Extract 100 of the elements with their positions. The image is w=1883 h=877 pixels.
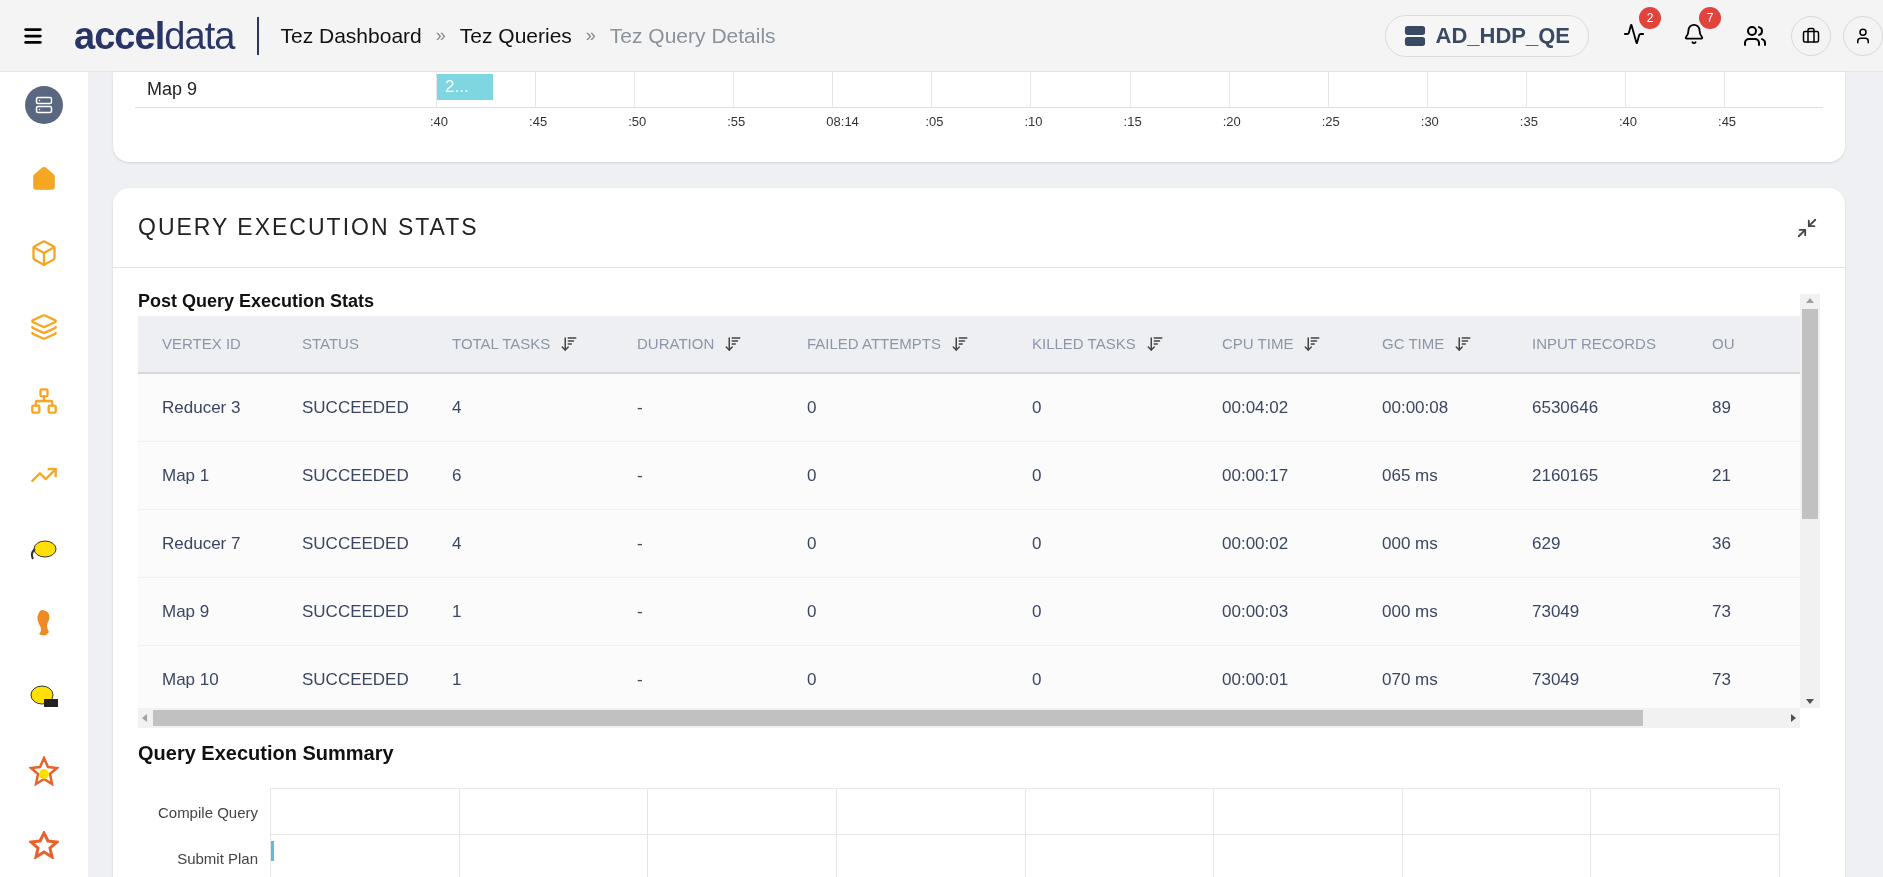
table-cell-text: 4 <box>452 532 463 555</box>
table-cell-text: 0 <box>807 464 818 487</box>
table-cell-text: 1 <box>452 600 463 623</box>
column-header: CPU TIME <box>1222 333 1294 354</box>
table-cell-text: 065 ms <box>1382 464 1439 487</box>
axis-tick-label: :15 <box>1123 113 1142 131</box>
sort-icon[interactable] <box>560 335 579 353</box>
box-icon <box>30 239 58 267</box>
axis-tick-label: :25 <box>1321 113 1340 131</box>
table-cell-text: 6530646 <box>1532 396 1600 419</box>
axis-tick-label: :55 <box>727 113 746 131</box>
table-cell-text: 000 ms <box>1382 600 1439 623</box>
table-cell-text: 0 <box>1032 600 1043 623</box>
logo: acceldata <box>74 16 235 55</box>
table-cell-text: 4 <box>452 396 463 419</box>
table-cell-text: 2160165 <box>1532 464 1600 487</box>
sort-icon[interactable] <box>1454 335 1473 353</box>
table-cell-text: Map 9 <box>162 600 211 623</box>
axis-tick-label: :35 <box>1519 113 1538 131</box>
sort-icon[interactable] <box>724 335 743 353</box>
table-cell-text: SUCCEEDED <box>302 532 410 555</box>
breadcrumb-separator: » <box>585 24 596 47</box>
layers-icon <box>30 313 58 341</box>
table-cell-text: 0 <box>1032 668 1043 691</box>
axis-tick-label: :45 <box>1718 113 1737 131</box>
table-cell-text: SUCCEEDED <box>302 600 410 623</box>
table-cell-text: 0 <box>1032 464 1043 487</box>
gantt-bar: 2... <box>437 74 493 100</box>
activity-badge: 2 <box>1639 7 1661 29</box>
table-cell-text: Reducer 3 <box>162 396 242 419</box>
table-cell-text: 73 <box>1712 600 1732 623</box>
table-cell-text: 00:04:02 <box>1222 396 1290 419</box>
table-cell-text: 629 <box>1532 532 1562 555</box>
table-cell-text: 070 ms <box>1382 668 1439 691</box>
table-cell-text: 0 <box>807 396 818 419</box>
column-header: STATUS <box>302 333 359 354</box>
table-cell-text: 1 <box>452 668 463 691</box>
vertical-scrollbar[interactable] <box>1800 294 1820 708</box>
table-cell-text: - <box>637 532 644 555</box>
axis-tick-label: :40 <box>1618 113 1637 131</box>
sort-icon[interactable] <box>1303 335 1322 353</box>
table-cell-text: 6 <box>452 464 463 487</box>
server-icon <box>35 96 53 114</box>
table-cell-text: - <box>637 464 644 487</box>
table-cell-text: 0 <box>807 600 818 623</box>
axis-tick-label: :30 <box>1420 113 1439 131</box>
table-cell-text: 21 <box>1712 464 1732 487</box>
scroll-down-icon[interactable] <box>1806 699 1814 704</box>
table-cell-text: 0 <box>807 668 818 691</box>
cluster-selector[interactable]: AD_HDP_QE <box>1384 14 1589 57</box>
home-icon <box>31 166 57 192</box>
chart-row-label: Compile Query <box>157 803 258 823</box>
table-cell-text: 0 <box>1032 396 1043 419</box>
column-header: VERTEX ID <box>162 333 241 354</box>
notification-badge: 7 <box>1699 7 1721 29</box>
table-cell-text: 0 <box>1032 532 1043 555</box>
table-cell-text: - <box>637 396 644 419</box>
timeline-row-label: Map 9 <box>146 78 199 101</box>
table-cell-text: SUCCEEDED <box>302 464 410 487</box>
table-cell-text: 000 ms <box>1382 532 1439 555</box>
axis-tick-label: 08:14 <box>826 113 859 131</box>
column-header: KILLED TASKS <box>1032 333 1136 354</box>
column-header: FAILED ATTEMPTS <box>807 333 941 354</box>
table-cell-text: 36 <box>1712 532 1732 555</box>
card-title: QUERY EXECUTION STATS <box>138 213 479 243</box>
table-title: Post Query Execution Stats <box>138 290 376 313</box>
table-cell-text: Map 1 <box>162 464 211 487</box>
hierarchy-icon <box>30 387 58 415</box>
table-cell-text: 73049 <box>1532 668 1581 691</box>
sort-icon[interactable] <box>950 335 969 353</box>
table-cell-text: 00:00:02 <box>1222 532 1290 555</box>
column-header: INPUT RECORDS <box>1532 333 1656 354</box>
section-title: Query Execution Summary <box>138 741 395 766</box>
horizontal-scrollbar[interactable] <box>138 708 1800 728</box>
sort-icon[interactable] <box>1145 335 1164 353</box>
table-cell-text: 00:00:08 <box>1382 396 1450 419</box>
column-header: TOTAL TASKS <box>452 333 551 354</box>
axis-tick-label: :40 <box>430 113 449 131</box>
breadcrumb-link[interactable]: Tez Queries <box>459 19 572 52</box>
table-cell-text: 00:00:17 <box>1222 464 1290 487</box>
table-cell-text: Map 10 <box>162 668 220 691</box>
column-header: OU <box>1712 333 1735 354</box>
table-cell-text: 73049 <box>1532 600 1581 623</box>
table-cell-text: 89 <box>1712 396 1732 419</box>
breadcrumb-link[interactable]: Tez Dashboard <box>280 19 422 52</box>
column-header: DURATION <box>637 333 715 354</box>
table-cell-text: 00:00:03 <box>1222 600 1290 623</box>
column-header: GC TIME <box>1382 333 1445 354</box>
axis-tick-label: :10 <box>1024 113 1043 131</box>
axis-tick-label: :50 <box>628 113 647 131</box>
table-cell-text: - <box>637 668 644 691</box>
scroll-right-icon[interactable] <box>1791 714 1796 722</box>
chart-row-label: Submit Plan <box>177 849 258 869</box>
table-cell-text: 0 <box>807 532 818 555</box>
table-cell-text: 00:00:01 <box>1222 668 1290 691</box>
axis-tick-label: :45 <box>529 113 548 131</box>
duration-bar <box>271 841 274 861</box>
user-icon <box>1854 26 1872 45</box>
table-cell-text: SUCCEEDED <box>302 396 410 419</box>
table-cell-text: 73 <box>1712 668 1732 691</box>
